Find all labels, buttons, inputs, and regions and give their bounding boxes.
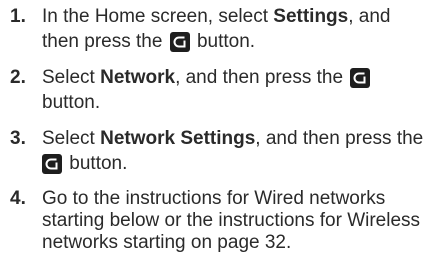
text: button. (42, 92, 101, 113)
enter-button-icon (169, 32, 190, 52)
text: , and then press the (255, 128, 424, 149)
bold-term: Network Settings (100, 128, 256, 149)
step-number: 2. (10, 67, 26, 88)
step-number: 1. (10, 6, 26, 27)
text: Select (42, 128, 101, 149)
text: , and (348, 6, 391, 27)
text: , and then press the (175, 67, 349, 88)
step-text-line: button. (42, 89, 100, 117)
step-text-line: button. (42, 150, 127, 178)
step-number: 4. (10, 188, 26, 209)
text: button. (191, 31, 256, 52)
step-number: 3. (10, 128, 26, 149)
step-text-line: In the Home screen, select Settings, and (42, 3, 391, 31)
step-text-line: networks starting on page 32. (42, 232, 292, 253)
bold-term: Network (100, 67, 176, 88)
step-text-line: then press the button. (42, 28, 255, 56)
enter-button-icon (350, 68, 371, 88)
text: button. (64, 153, 128, 174)
instruction-list: 1. In the Home screen, select Settings, … (0, 0, 446, 255)
text: then press the (42, 31, 168, 52)
bold-term: Settings (273, 6, 349, 27)
text: Select (42, 67, 101, 88)
enter-button-icon (42, 154, 62, 174)
step-text-line: Select Network Settings, and then press … (42, 125, 423, 153)
step-text-line: Select Network, and then press the (42, 64, 372, 92)
text: In the Home screen, select (42, 6, 274, 27)
